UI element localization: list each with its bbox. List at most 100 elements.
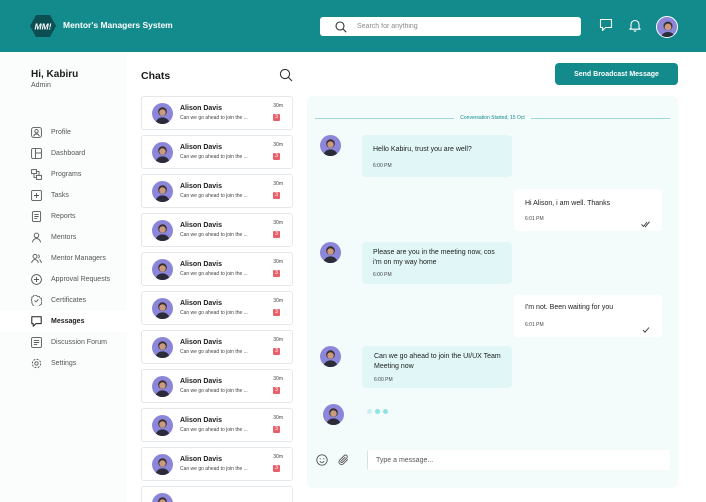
conversation-start-label: Conversation Started, 15 Oct: [460, 115, 525, 121]
chats-panel: Chats Alison Davis Can we go ahead to joi…: [127, 52, 297, 502]
divider-line: [530, 117, 671, 119]
message-bubble-incoming: Please are you in the meeting now, cos i…: [362, 242, 512, 284]
unread-badge: 3: [273, 192, 280, 199]
message-time: 6:01 PM: [525, 216, 544, 222]
unread-badge: 3: [273, 348, 280, 355]
chat-list-item[interactable]: Alison Davis Can we go ahead to join the …: [141, 174, 293, 208]
sidebar-item-mentors[interactable]: Mentors: [0, 227, 127, 248]
chats-title: Chats: [141, 70, 171, 82]
tasks-icon: [30, 190, 42, 202]
logo[interactable]: MM!: [30, 15, 56, 37]
sidebar-item-label: Approval Requests: [51, 276, 111, 283]
chat-list-item[interactable]: Alison Davis Can we go ahead to join the …: [141, 252, 293, 286]
chat-contact-name: Alison Davis: [180, 183, 223, 190]
chat-time: 30m: [273, 103, 283, 109]
messages-icon: [30, 316, 42, 328]
chat-list-item[interactable]: Alison Davis Can we go ahead to join the …: [141, 330, 293, 364]
search-icon[interactable]: [279, 68, 293, 82]
reports-icon: [30, 211, 42, 223]
sidebar-item-label: Programs: [51, 171, 82, 178]
sidebar-item-profile[interactable]: Profile: [0, 122, 127, 143]
sidebar-item-label: Dashboard: [51, 150, 86, 157]
avatar: [152, 415, 173, 436]
global-search[interactable]: [320, 17, 581, 36]
message-composer: [315, 450, 670, 470]
send-broadcast-button[interactable]: Send Broadcast Message: [555, 63, 678, 85]
avatar: [152, 220, 173, 241]
avatar: [152, 376, 173, 397]
chat-contact-name: Alison Davis: [180, 339, 223, 346]
sidebar-item-reports[interactable]: Reports: [0, 206, 127, 227]
chat-list-item[interactable]: Alison Davis Can we go ahead to join the …: [141, 135, 293, 169]
sidebar-item-label: Tasks: [51, 192, 69, 199]
chat-contact-name: Alison Davis: [180, 105, 223, 112]
avatar: [320, 346, 341, 367]
chat-list-item[interactable]: Alison Davis Can we go ahead to join the …: [141, 96, 293, 130]
chat-list-item[interactable]: Alison Davis Can we go ahead to join the …: [141, 213, 293, 247]
message-text: Please are you in the meeting now, cos i…: [373, 249, 495, 266]
certificate-icon: [30, 295, 42, 307]
mentor-managers-icon: [30, 253, 42, 265]
message-input[interactable]: [376, 456, 656, 464]
message-bubble-incoming: Hello Kabiru, trust you are well? 6:00 P…: [362, 135, 512, 177]
approval-icon: [30, 274, 42, 286]
chat-contact-name: Alison Davis: [180, 456, 223, 463]
chat-preview: Can we go ahead to join the ...: [180, 193, 248, 199]
search-input[interactable]: [357, 23, 557, 30]
sidebar-item-label: Reports: [51, 213, 76, 220]
chat-preview: Can we go ahead to join the ...: [180, 427, 248, 433]
chat-contact-name: Alison Davis: [180, 222, 223, 229]
sidebar-item-label: Messages: [51, 318, 85, 325]
unread-badge: 3: [273, 426, 280, 433]
profile-icon: [30, 127, 42, 139]
sidebar-item-discussion-forum[interactable]: Discussion Forum: [0, 332, 127, 353]
message-icon[interactable]: [598, 17, 614, 33]
sidebar-item-certificates[interactable]: Certificates: [0, 290, 127, 311]
message-bubble-incoming: Can we go ahead to join the UI/UX Team M…: [362, 346, 512, 388]
chat-time: 30m: [273, 337, 283, 343]
chat-list-item[interactable]: Alison Davis Can we go ahead to join the …: [141, 291, 293, 325]
dashboard-icon: [30, 148, 42, 160]
settings-icon: [30, 358, 42, 370]
sidebar-item-programs[interactable]: Programs: [0, 164, 127, 185]
sidebar-item-tasks[interactable]: Tasks: [0, 185, 127, 206]
chat-time: 30m: [273, 142, 283, 148]
chat-list-item[interactable]: [141, 486, 293, 502]
unread-badge: 3: [273, 387, 280, 394]
avatar: [152, 142, 173, 163]
message-time: 6:00 PM: [373, 272, 392, 278]
message-time: 6:00 PM: [374, 377, 393, 383]
chat-time: 30m: [273, 376, 283, 382]
avatar: [152, 454, 173, 475]
chat-preview: Can we go ahead to join the ...: [180, 310, 248, 316]
sidebar-item-mentor-managers[interactable]: Mentor Managers: [0, 248, 127, 269]
sidebar-item-settings[interactable]: Settings: [0, 353, 127, 374]
bell-icon[interactable]: [627, 17, 643, 33]
programs-icon: [30, 169, 42, 181]
greeting: Hi, Kabiru: [31, 69, 79, 80]
chat-time: 30m: [273, 454, 283, 460]
logo-text: MM!: [35, 22, 52, 32]
unread-badge: 3: [273, 153, 280, 160]
conversation-start-divider: Conversation Started, 15 Oct: [315, 115, 671, 121]
sidebar-item-label: Profile: [51, 129, 71, 136]
chat-contact-name: Alison Davis: [180, 417, 223, 424]
sidebar-item-messages[interactable]: Messages: [0, 311, 127, 332]
chat-list-item[interactable]: Alison Davis Can we go ahead to join the …: [141, 447, 293, 481]
user-role: Admin: [31, 82, 51, 89]
chat-list-item[interactable]: Alison Davis Can we go ahead to join the …: [141, 408, 293, 442]
typing-indicator: [367, 409, 388, 414]
sidebar-item-dashboard[interactable]: Dashboard: [0, 143, 127, 164]
sidebar: Hi, Kabiru Admin Profile Dashboard Progr…: [0, 52, 127, 502]
sidebar-item-label: Settings: [51, 360, 77, 367]
chat-contact-name: Alison Davis: [180, 300, 223, 307]
user-avatar[interactable]: [656, 16, 678, 38]
attachment-icon[interactable]: [337, 453, 351, 467]
avatar: [152, 103, 173, 124]
sidebar-item-approval-requests[interactable]: Approval Requests: [0, 269, 127, 290]
emoji-icon[interactable]: [315, 453, 329, 467]
search-icon: [335, 20, 347, 33]
chat-list-item[interactable]: Alison Davis Can we go ahead to join the …: [141, 369, 293, 403]
avatar: [152, 259, 173, 280]
unread-badge: 3: [273, 114, 280, 121]
